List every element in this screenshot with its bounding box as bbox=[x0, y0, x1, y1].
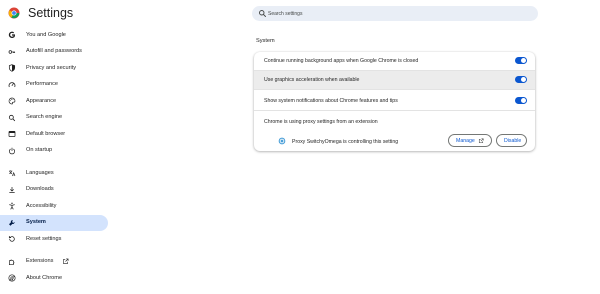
sidebar-item-appearance[interactable]: Appearance bbox=[0, 93, 108, 110]
speedometer-icon bbox=[8, 81, 16, 87]
disable-button-label: Disable bbox=[504, 137, 522, 144]
setting-label: Continue running background apps when Go… bbox=[264, 58, 419, 64]
sidebar-item-accessibility[interactable]: Accessibility bbox=[0, 198, 108, 215]
sidebar-item-label: Autofill and passwords bbox=[26, 48, 82, 54]
sidebar-item-search-engine[interactable]: Search engine bbox=[0, 110, 108, 127]
sidebar-item-label: Reset settings bbox=[26, 235, 62, 242]
proxy-extension-text: Proxy SwitchyOmega is controlling this s… bbox=[292, 139, 399, 145]
row-divider bbox=[254, 88, 535, 89]
puzzle-icon bbox=[9, 259, 15, 265]
reset-icon bbox=[8, 236, 15, 242]
shield-icon bbox=[8, 64, 16, 72]
setting-label: Chrome is using proxy settings from an e… bbox=[264, 119, 378, 125]
search-bar[interactable] bbox=[252, 6, 538, 21]
sidebar-item-label: Accessibility bbox=[26, 202, 57, 209]
background-apps-toggle[interactable] bbox=[515, 57, 527, 64]
disable-button[interactable]: Disable bbox=[496, 134, 527, 147]
chrome-logo-icon bbox=[8, 7, 20, 19]
system-settings-card: Continue running background apps when Go… bbox=[254, 52, 535, 151]
search-icon bbox=[8, 114, 16, 121]
page-title: Settings bbox=[28, 6, 74, 20]
sidebar-item-label: Privacy and security bbox=[26, 64, 77, 71]
manage-button-label: Manage bbox=[456, 137, 475, 144]
sidebar-item-downloads[interactable]: Downloads bbox=[0, 182, 108, 199]
sidebar-item-label: Performance bbox=[26, 81, 59, 87]
section-title: System bbox=[256, 38, 275, 44]
graphics-acceleration-toggle[interactable] bbox=[515, 76, 527, 83]
sidebar-item-extensions[interactable]: Extensions bbox=[0, 254, 108, 271]
open-in-new-icon bbox=[63, 258, 69, 264]
sidebar-item-label: About Chrome bbox=[26, 274, 63, 281]
google-g-icon bbox=[8, 31, 15, 39]
switchyomega-extension-icon bbox=[278, 137, 286, 145]
sidebar-item-label: System bbox=[26, 219, 46, 225]
sidebar-item-label: Extensions bbox=[26, 258, 54, 264]
sidebar-item-label: Downloads bbox=[26, 186, 54, 192]
sidebar-item-autofill[interactable]: Autofill and passwords bbox=[0, 44, 108, 61]
sidebar-item-label: Languages bbox=[26, 169, 54, 176]
manage-button[interactable]: Manage bbox=[448, 134, 492, 147]
sidebar-item-you-and-google[interactable]: You and Google bbox=[0, 27, 108, 44]
sidebar-item-label: Default browser bbox=[26, 130, 66, 137]
sidebar: You and Google Autofill and passwords Pr… bbox=[0, 27, 112, 287]
download-icon bbox=[9, 186, 15, 193]
setting-label: Use graphics acceleration when available bbox=[264, 77, 360, 83]
sidebar-item-system[interactable]: System bbox=[0, 214, 108, 231]
translate-icon bbox=[9, 170, 16, 177]
proxy-extension-row: Proxy SwitchyOmega is controlling this s… bbox=[254, 132, 535, 151]
system-notifications-toggle[interactable] bbox=[515, 97, 527, 104]
sidebar-item-about[interactable]: About Chrome bbox=[0, 270, 108, 287]
setting-row-background-apps[interactable]: Continue running background apps when Go… bbox=[254, 52, 535, 70]
search-icon bbox=[259, 10, 266, 17]
sidebar-item-privacy[interactable]: Privacy and security bbox=[0, 60, 108, 77]
sidebar-item-label: Search engine bbox=[26, 114, 63, 120]
sidebar-item-label: On startup bbox=[26, 147, 53, 153]
sidebar-item-label: You and Google bbox=[26, 31, 66, 38]
setting-row-proxy: Chrome is using proxy settings from an e… bbox=[254, 113, 535, 131]
key-icon bbox=[8, 49, 16, 54]
sidebar-item-label: Appearance bbox=[26, 97, 57, 104]
sidebar-item-reset[interactable]: Reset settings bbox=[0, 231, 108, 248]
sidebar-item-performance[interactable]: Performance bbox=[0, 77, 108, 94]
open-in-new-icon bbox=[478, 137, 484, 143]
chrome-icon bbox=[8, 274, 16, 282]
sidebar-item-on-startup[interactable]: On startup bbox=[0, 143, 108, 160]
row-divider bbox=[254, 69, 535, 70]
setting-row-graphics-acceleration[interactable]: Use graphics acceleration when available bbox=[254, 71, 535, 89]
accessibility-icon bbox=[9, 202, 15, 210]
sidebar-item-languages[interactable]: Languages bbox=[0, 165, 108, 182]
search-input[interactable] bbox=[268, 6, 528, 21]
power-icon bbox=[8, 147, 16, 154]
row-divider bbox=[254, 109, 535, 110]
sidebar-item-default-browser[interactable]: Default browser bbox=[0, 126, 108, 143]
wrench-icon bbox=[9, 219, 15, 226]
browser-window-icon bbox=[8, 130, 16, 138]
setting-row-system-notifications[interactable]: Show system notifications about Chrome f… bbox=[254, 92, 535, 110]
setting-label: Show system notifications about Chrome f… bbox=[264, 98, 398, 104]
palette-icon bbox=[8, 97, 16, 105]
